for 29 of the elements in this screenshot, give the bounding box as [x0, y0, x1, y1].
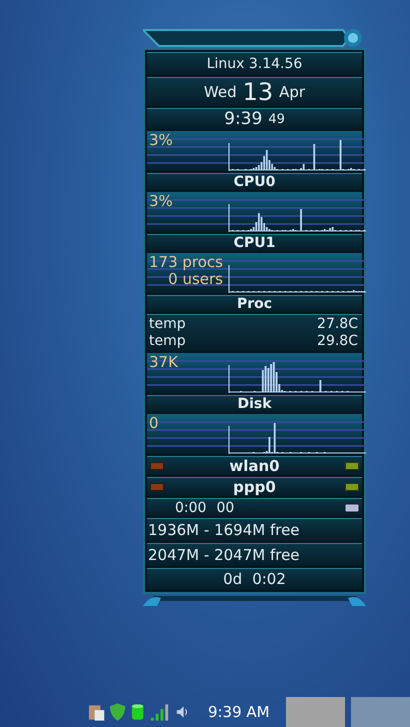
taskbar-clock[interactable]: 9:39 AM	[208, 703, 270, 721]
sensor-name: temp	[149, 334, 187, 351]
sensor-value: 27.8C	[317, 317, 358, 334]
clock-time: 9:39	[224, 110, 262, 128]
graph-reading: 0 users	[168, 271, 223, 288]
timer-time: 0:00	[175, 500, 206, 514]
timer-seconds: 00	[216, 500, 234, 514]
monitor-label: CPU1	[234, 236, 276, 250]
sensor-value: 29.8C	[317, 334, 358, 351]
memory-usage: 2047M - 2047M free	[148, 548, 300, 562]
uptime-days: 0d	[223, 572, 242, 587]
memory-usage: 1936M - 1694M free	[148, 522, 300, 538]
graph-reading: 3%	[149, 193, 173, 210]
sensor-name: temp	[149, 317, 187, 334]
monitor-label: Proc	[236, 297, 272, 311]
monitor-label: CPU0	[234, 175, 276, 189]
clock-seconds: 49	[268, 112, 285, 126]
month: Apr	[279, 84, 306, 100]
day-number: 13	[242, 80, 274, 104]
graph-reading: 173 procs	[149, 254, 223, 271]
interface-name: wlan0	[229, 458, 280, 474]
weekday: Wed	[204, 84, 237, 100]
interface-name: ppp0	[233, 480, 276, 494]
graph-reading: 37K	[149, 354, 178, 371]
uptime-time: 0:02	[252, 572, 286, 587]
graph-reading: 3%	[149, 132, 173, 149]
graph-reading: 0	[149, 415, 159, 432]
monitor-label: Disk	[237, 397, 272, 411]
kernel-version: Linux 3.14.56	[206, 57, 302, 71]
